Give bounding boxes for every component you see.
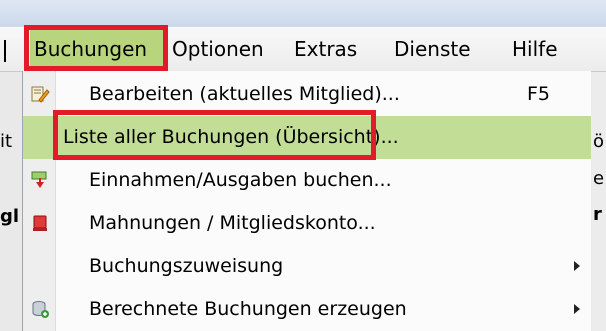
menu-item-berechnete-buchungen[interactable]: Berechnete Buchungen erzeugen bbox=[23, 288, 591, 331]
menu-item-bearbeiten-label: Bearbeiten (aktuelles Mitglied)... bbox=[89, 83, 400, 105]
bg-fragment: gl bbox=[0, 206, 20, 227]
menu-item-buchungszuweisung-label: Buchungszuweisung bbox=[89, 255, 284, 277]
menu-item-einnahmen-ausgaben[interactable]: Einnahmen/Ausgaben buchen... bbox=[23, 159, 591, 202]
bg-fragment: ö bbox=[593, 131, 605, 152]
menu-optionen-label: Optionen bbox=[172, 37, 264, 61]
reminder-icon bbox=[30, 213, 50, 233]
menu-partial-left[interactable] bbox=[0, 27, 22, 71]
menu-bar: Buchungen Optionen Extras Dienste Hilfe bbox=[0, 27, 606, 72]
menu-item-berechnete-label: Berechnete Buchungen erzeugen bbox=[89, 298, 407, 320]
menu-item-liste-label: Liste aller Buchungen (Übersicht)... bbox=[63, 126, 399, 148]
menu-hilfe[interactable]: Hilfe bbox=[508, 27, 578, 71]
submenu-arrow-icon bbox=[574, 304, 580, 314]
menu-dienste[interactable]: Dienste bbox=[390, 27, 506, 71]
background-window-left: it gl bbox=[0, 72, 22, 331]
buchungen-dropdown-menu: Bearbeiten (aktuelles Mitglied)... F5 Li… bbox=[22, 71, 591, 331]
menu-buchungen-label: Buchungen bbox=[34, 37, 148, 61]
menu-buchungen[interactable]: Buchungen bbox=[30, 27, 164, 71]
menu-item-mahnungen[interactable]: Mahnungen / Mitgliedskonto... bbox=[23, 202, 591, 245]
background-window-right: ö e r bbox=[590, 72, 606, 331]
menu-item-bearbeiten[interactable]: Bearbeiten (aktuelles Mitglied)... F5 bbox=[23, 73, 591, 116]
menu-hilfe-label: Hilfe bbox=[512, 37, 558, 61]
submenu-arrow-icon bbox=[574, 261, 580, 271]
menu-item-liste-aller-buchungen[interactable]: Liste aller Buchungen (Übersicht)... bbox=[23, 116, 591, 159]
generate-bookings-icon bbox=[30, 299, 50, 319]
bg-fragment: e bbox=[593, 168, 605, 189]
menu-item-shortcut: F5 bbox=[527, 83, 551, 105]
menu-item-buchungszuweisung[interactable]: Buchungszuweisung bbox=[23, 245, 591, 288]
window-top-strip bbox=[0, 0, 606, 27]
menu-extras[interactable]: Extras bbox=[290, 27, 386, 71]
bg-fragment: r bbox=[593, 204, 602, 225]
menu-extras-label: Extras bbox=[294, 37, 358, 61]
bg-fragment: it bbox=[0, 131, 13, 152]
menu-optionen[interactable]: Optionen bbox=[168, 27, 286, 71]
edit-member-icon bbox=[30, 84, 50, 104]
menu-item-mahnungen-label: Mahnungen / Mitgliedskonto... bbox=[89, 212, 376, 234]
menu-dienste-label: Dienste bbox=[394, 37, 471, 61]
income-expense-icon bbox=[30, 170, 50, 190]
menu-item-einnahmen-label: Einnahmen/Ausgaben buchen... bbox=[89, 169, 392, 191]
